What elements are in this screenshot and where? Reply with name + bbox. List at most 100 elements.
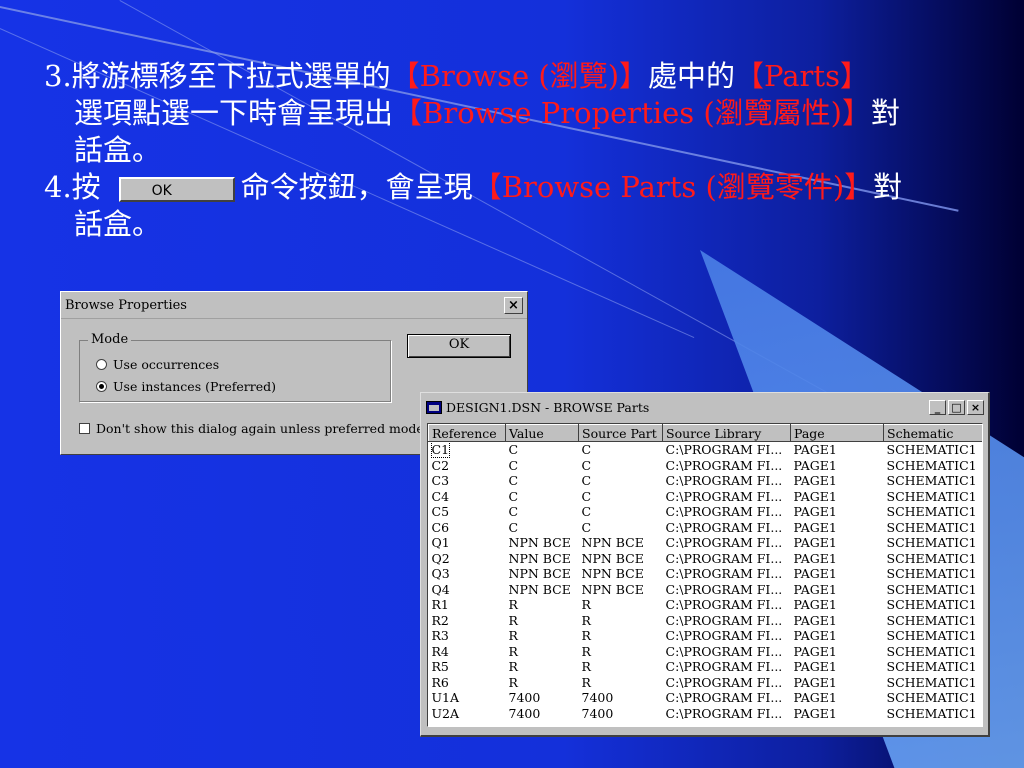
table-cell: C	[508, 457, 519, 473]
minimize-icon[interactable]: _	[929, 399, 946, 415]
table-row[interactable]: R6 R R C:\PROGRAM FI... PAGE1 SCHEMATIC1	[429, 674, 983, 691]
table-cell: C1	[429, 441, 506, 458]
maximize-icon[interactable]: □	[948, 399, 965, 415]
table-cell: NPN BCE	[581, 535, 644, 550]
column-header[interactable]: Schematic	[883, 424, 982, 442]
table-cell: C	[581, 519, 592, 535]
table-cell: SCHEMATIC1	[886, 690, 977, 705]
table-cell: NPN BCE	[508, 550, 571, 566]
table-cell: PAGE1	[793, 659, 837, 674]
table-cell: C:\PROGRAM FI...	[665, 659, 783, 674]
close-icon[interactable]: ×	[967, 399, 984, 415]
table-cell: Q4	[431, 581, 450, 597]
table-cell: PAGE1	[793, 705, 837, 721]
table-cell: C:\PROGRAM FI...	[665, 550, 783, 566]
table-cell: R	[508, 628, 518, 643]
table-row[interactable]: C6 C C C:\PROGRAM FI... PAGE1 SCHEMATIC1	[429, 519, 983, 536]
table-row[interactable]: Q2 NPN BCE NPN BCE C:\PROGRAM FI... PAGE1 SCH…	[429, 550, 983, 567]
radio-label: Use instances (Preferred)	[113, 379, 277, 394]
table-cell: 7400	[508, 690, 541, 705]
table-row[interactable]: R2 R R C:\PROGRAM FI... PAGE1 SCHEMATIC1	[429, 612, 983, 629]
table-cell: SCHEMATIC1	[886, 659, 977, 674]
table-cell: C5	[431, 504, 450, 519]
table-cell: C	[581, 442, 592, 457]
table-row[interactable]: R3 R R C:\PROGRAM FI... PAGE1 SCHEMATIC1	[429, 628, 983, 644]
column-header[interactable]: Reference	[428, 424, 506, 442]
table-cell: C4	[431, 488, 450, 504]
table-cell: PAGE1	[793, 457, 837, 473]
table-cell: C6	[431, 519, 450, 535]
table-row[interactable]: Q4 NPN BCE NPN BCE C:\PROGRAM FI... PAGE1 SCH…	[429, 581, 983, 598]
dont-show-checkbox-row[interactable]: Don't show this dialog again unless pref…	[79, 421, 443, 436]
radio-button-icon[interactable]	[96, 359, 107, 370]
table-cell: SCHEMATIC1	[886, 628, 977, 643]
table-row[interactable]: C1 C C C:\PROGRAM FI... PAGE1 SCHEMATIC1	[429, 441, 983, 458]
step3-menu-name: 【Browse (瀏覽)】	[390, 59, 649, 93]
radio-button-selected-icon[interactable]	[96, 381, 107, 392]
table-cell: C:\PROGRAM FI...	[665, 690, 783, 705]
close-icon[interactable]: ×	[504, 296, 523, 314]
table-cell: C	[581, 504, 592, 519]
table-cell: PAGE1	[793, 504, 837, 519]
table-row[interactable]: R4 R R C:\PROGRAM FI... PAGE1 SCHEMATIC1	[429, 643, 983, 660]
table-cell: C:\PROGRAM FI...	[665, 566, 783, 581]
table-cell: SCHEMATIC1	[886, 473, 977, 488]
column-header[interactable]: Source Part	[578, 424, 663, 442]
table-cell: R	[508, 643, 518, 659]
table-row[interactable]: U1A 7400 7400 C:\PROGRAM FI... PAGE1 SCHEMATI…	[429, 690, 983, 706]
table-cell: C:\PROGRAM FI...	[665, 488, 783, 504]
step-4: 4.按 OK 命令按鈕，會呈現【Browse Parts (瀏覽零件)】對 話盒。	[44, 169, 984, 243]
table-row[interactable]: Q1 NPN BCE NPN BCE C:\PROGRAM FI... PAGE1 SCH…	[429, 535, 983, 551]
table-cell: Q2	[431, 550, 450, 566]
table-cell: SCHEMATIC1	[886, 581, 977, 597]
table-cell: NPN BCE	[508, 535, 571, 550]
table-cell: R	[581, 659, 591, 674]
table-row[interactable]: C2 C C C:\PROGRAM FI... PAGE1 SCHEMATIC1	[429, 457, 983, 474]
step4-suffix: 對	[873, 170, 903, 204]
table-row[interactable]: C3 C C C:\PROGRAM FI... PAGE1 SCHEMATIC1	[429, 473, 983, 489]
table-cell: R	[508, 659, 518, 674]
table-cell: NPN BCE	[581, 566, 644, 581]
mode-legend: Mode	[88, 332, 132, 347]
table-cell: R	[581, 643, 591, 659]
table-cell: C:\PROGRAM FI...	[665, 674, 783, 690]
table-cell: SCHEMATIC1	[886, 550, 977, 566]
radio-use-occurrences[interactable]: Use occurrences	[96, 357, 219, 372]
window-titlebar[interactable]: DESIGN1.DSN - BROWSE Parts _ □ ×	[423, 395, 986, 419]
table-cell: SCHEMATIC1	[886, 612, 977, 628]
column-header[interactable]: Value	[505, 424, 579, 442]
browse-parts-window: DESIGN1.DSN - BROWSE Parts _ □ × Referen…	[420, 392, 990, 737]
parts-grid[interactable]: Reference Value Source Part Source Library P…	[427, 423, 983, 727]
window-title: DESIGN1.DSN - BROWSE Parts	[446, 399, 650, 415]
table-row[interactable]: R1 R R C:\PROGRAM FI... PAGE1 SCHEMATIC1	[429, 597, 983, 613]
column-header[interactable]: Page	[790, 424, 884, 442]
table-row[interactable]: R5 R R C:\PROGRAM FI... PAGE1 SCHEMATIC1	[429, 659, 983, 675]
table-row[interactable]: C5 C C C:\PROGRAM FI... PAGE1 SCHEMATIC1	[429, 504, 983, 520]
step-3: 3.將游標移至下拉式選單的【Browse (瀏覽)】處中的【Parts】 選項點選…	[44, 58, 984, 169]
checkbox-label: Don't show this dialog again unless pref…	[96, 421, 443, 436]
column-header[interactable]: Source Library	[662, 424, 791, 442]
step3-parts: 【Parts】	[735, 59, 869, 93]
table-cell: PAGE1	[793, 442, 837, 457]
table-cell: SCHEMATIC1	[886, 705, 977, 721]
slide-text: 3.將游標移至下拉式選單的【Browse (瀏覽)】處中的【Parts】 選項點選…	[44, 58, 984, 243]
table-cell: R	[581, 674, 591, 690]
table-cell: R4	[431, 643, 449, 659]
table-cell: SCHEMATIC1	[886, 504, 977, 519]
table-cell: C:\PROGRAM FI...	[665, 643, 783, 659]
step3-text: 3.將游標移至下拉式選單的	[44, 59, 391, 93]
table-row[interactable]: U2A 7400 7400 C:\PROGRAM FI... PAGE1 SCHEMATI…	[429, 705, 983, 722]
radio-label: Use occurrences	[113, 357, 220, 372]
table-cell: 7400	[508, 705, 541, 721]
table-cell: C:\PROGRAM FI...	[665, 581, 783, 597]
table-cell: PAGE1	[793, 535, 837, 550]
table-row[interactable]: Q3 NPN BCE NPN BCE C:\PROGRAM FI... PAGE1 SCH…	[429, 566, 983, 582]
table-cell: PAGE1	[793, 566, 837, 581]
table-row[interactable]: C4 C C C:\PROGRAM FI... PAGE1 SCHEMATIC1	[429, 488, 983, 505]
checkbox-icon[interactable]	[79, 423, 90, 434]
ok-button[interactable]: OK	[407, 334, 511, 358]
dialog-titlebar[interactable]: Browse Properties ×	[61, 292, 527, 319]
table-cell: PAGE1	[793, 519, 837, 535]
table-cell: SCHEMATIC1	[886, 535, 977, 550]
radio-use-instances[interactable]: Use instances (Preferred)	[96, 379, 276, 394]
